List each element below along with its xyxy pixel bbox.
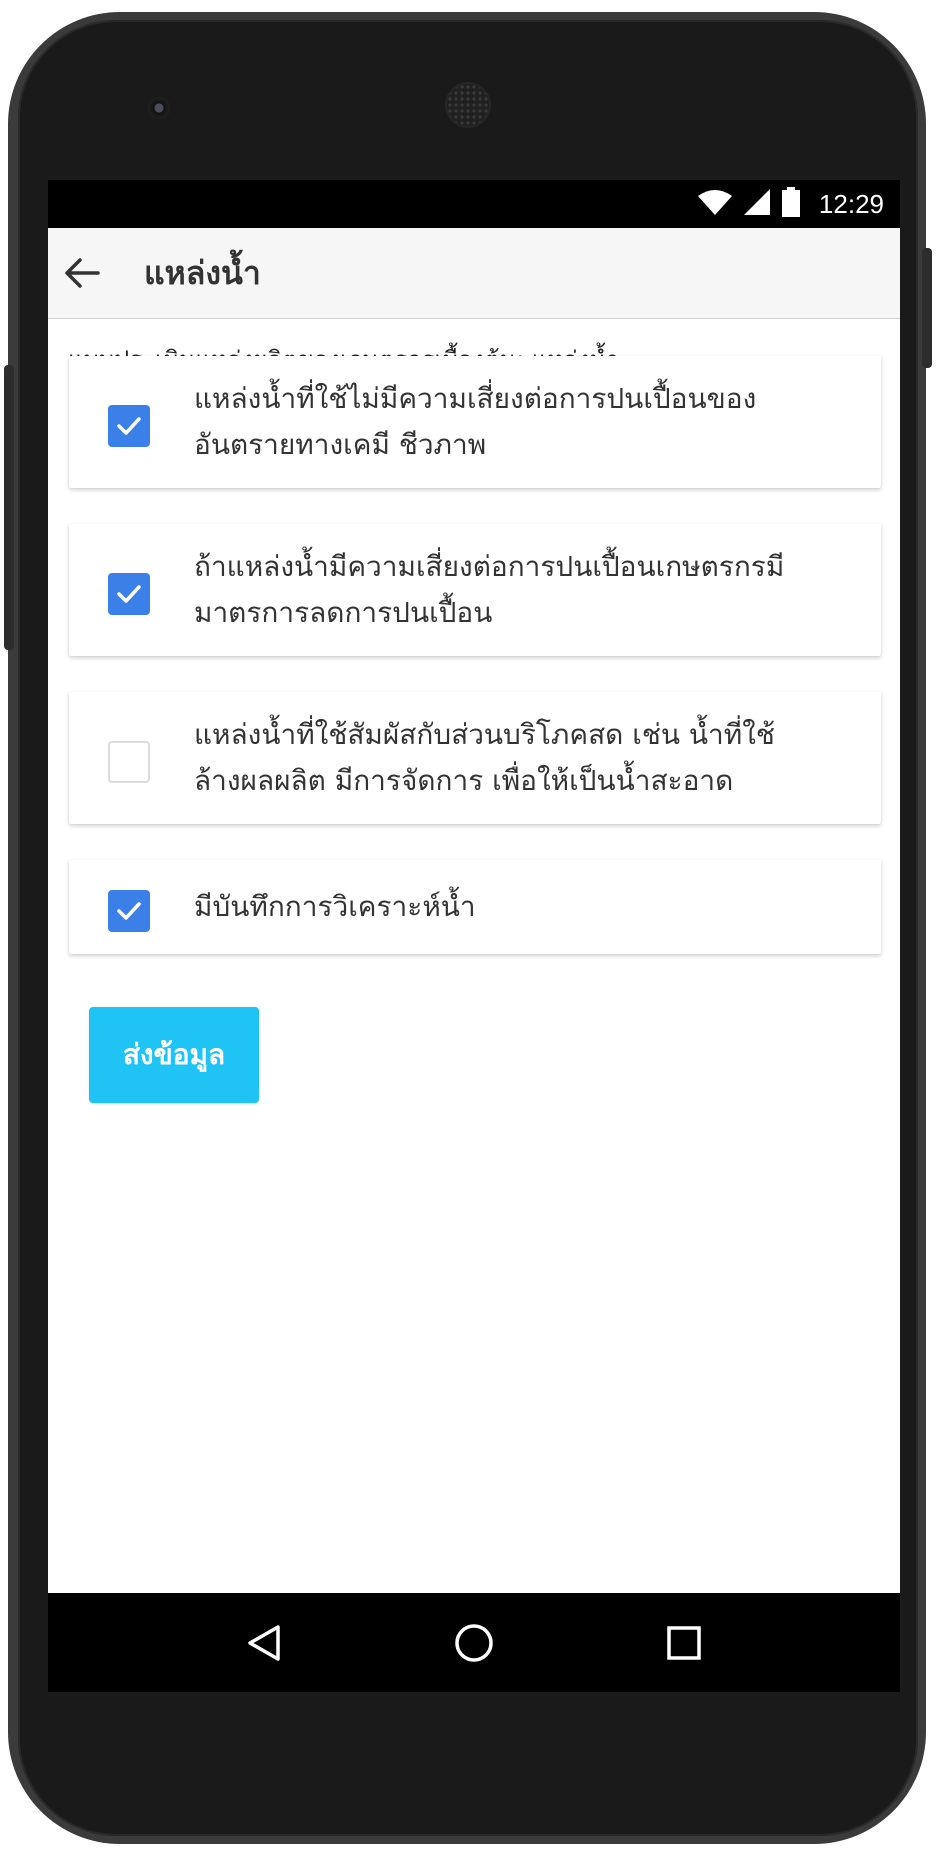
checklist-card[interactable]: มีบันทึกการวิเคราะห์น้ำ xyxy=(69,860,881,954)
checklist-item-text: มีบันทึกการวิเคราะห์น้ำ xyxy=(194,890,476,923)
checkbox-checked[interactable] xyxy=(108,405,150,447)
checkbox-checked[interactable] xyxy=(108,573,150,615)
wifi-icon xyxy=(697,188,733,220)
checklist-card[interactable]: ถ้าแหล่งน้ำมีความเสี่ยงต่อการปนเปื้อนเกษ… xyxy=(69,524,881,656)
page-title: แหล่งน้ำ xyxy=(144,253,261,292)
check-icon xyxy=(117,902,141,920)
back-triangle-icon[interactable] xyxy=(234,1613,294,1673)
status-time: 12:29 xyxy=(818,188,884,219)
checklist-card[interactable]: แหล่งน้ำที่ใช้สัมผัสกับส่วนบริโภคสด เช่น… xyxy=(69,692,881,824)
checklist-item-text: แหล่งน้ำที่ใช้สัมผัสกับส่วนบริโภคสด เช่น… xyxy=(194,718,775,797)
navigation-bar xyxy=(48,1593,900,1692)
screen: 12:29 แหล่งน้ำ แบบประเมินแหล่งผลิตของเกษ… xyxy=(48,180,900,1692)
check-icon xyxy=(117,417,141,435)
battery-icon xyxy=(781,187,801,221)
app-bar: แหล่งน้ำ xyxy=(48,228,900,319)
checkbox-checked[interactable] xyxy=(108,890,150,932)
earpiece-speaker xyxy=(447,84,489,126)
volume-button xyxy=(4,365,14,650)
home-circle-icon[interactable] xyxy=(444,1613,504,1673)
checklist-card[interactable]: แหล่งน้ำที่ใช้ไม่มีความเสี่ยงต่อการปนเปื… xyxy=(69,356,881,488)
recents-square-icon[interactable] xyxy=(654,1613,714,1673)
check-icon xyxy=(117,585,141,603)
checkbox-unchecked[interactable] xyxy=(108,741,150,783)
checklist-item-text: แหล่งน้ำที่ใช้ไม่มีความเสี่ยงต่อการปนเปื… xyxy=(194,382,757,461)
front-camera xyxy=(148,97,170,119)
submit-button[interactable]: ส่งข้อมูล xyxy=(89,1007,259,1103)
arrow-left-icon[interactable] xyxy=(62,253,102,293)
status-bar: 12:29 xyxy=(48,180,900,228)
checklist-item-text: ถ้าแหล่งน้ำมีความเสี่ยงต่อการปนเปื้อนเกษ… xyxy=(194,550,785,629)
power-button xyxy=(922,248,932,368)
cell-signal-icon xyxy=(743,188,771,220)
